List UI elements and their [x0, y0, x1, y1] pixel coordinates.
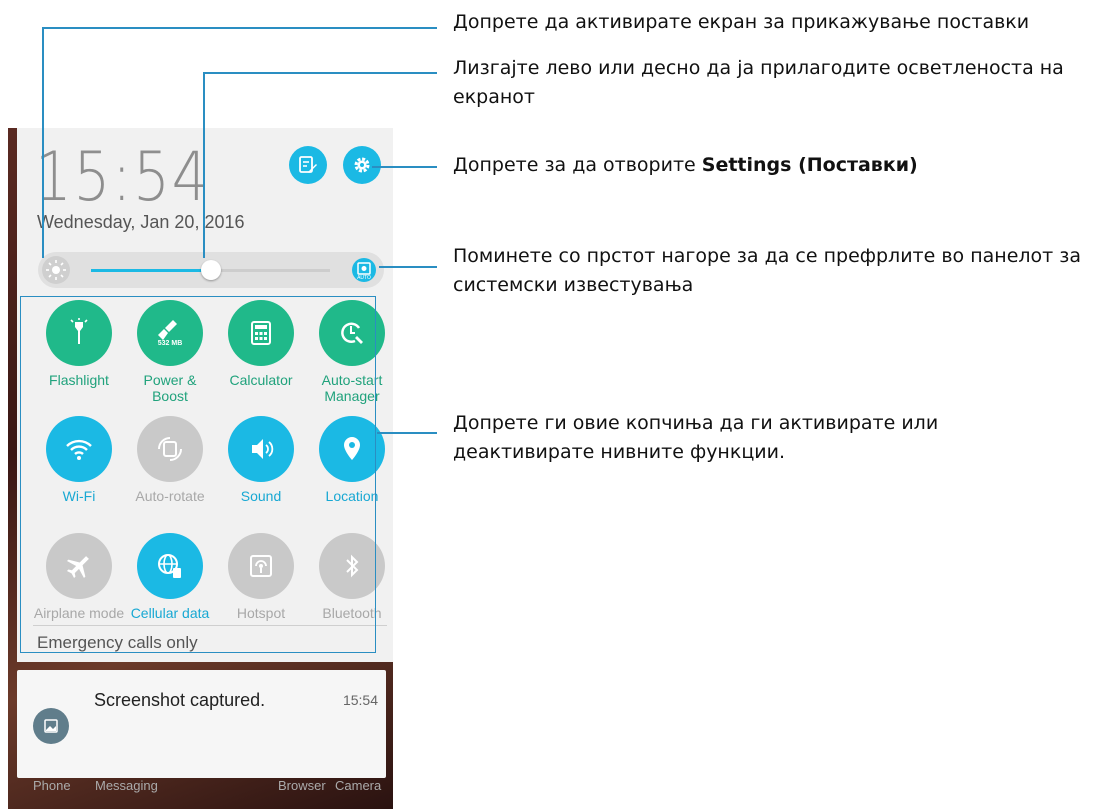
display-settings-button[interactable]: [42, 256, 70, 284]
dock-messaging[interactable]: Messaging: [95, 778, 158, 793]
leader-line-4: [379, 266, 437, 268]
svg-text:AUTO: AUTO: [357, 275, 371, 281]
leader-line-1-v: [42, 27, 44, 258]
notification-time: 15:54: [342, 692, 378, 708]
brightness-bar: AUTO: [38, 252, 384, 288]
auto-brightness-icon: AUTO: [357, 262, 371, 281]
brightness-slider[interactable]: [91, 260, 330, 280]
leader-line-1: [42, 27, 437, 29]
callout-toggles: Допрете ги овие копчиња да ги активирате…: [453, 412, 939, 463]
edit-button[interactable]: [289, 146, 327, 184]
date: Wednesday, Jan 20, 2016: [37, 212, 245, 232]
callout-display-settings: Допрете да активирате екран за прикажува…: [453, 11, 1030, 33]
auto-brightness-button[interactable]: AUTO: [352, 258, 376, 282]
gear-icon: [354, 157, 370, 173]
image-icon: [44, 719, 58, 733]
leader-line-2-v: [203, 72, 205, 258]
brightness-thumb[interactable]: [200, 260, 221, 280]
notification-title: Screenshot captured.: [94, 690, 266, 710]
callout-settings: Допрете за да отворите Settings (Поставк…: [453, 151, 918, 180]
dock-browser[interactable]: Browser: [278, 778, 326, 793]
callout-settings-text: Допрете за да отворите: [453, 154, 702, 176]
edit-icon: [299, 156, 317, 173]
leader-line-2: [203, 72, 437, 74]
callout-swipe: Поминете со прстот нагоре за да се префр…: [453, 245, 1082, 296]
dock-camera[interactable]: Camera: [335, 778, 381, 793]
notification-avatar: [33, 708, 69, 744]
notification-card[interactable]: Screenshot captured. 15:54: [17, 670, 386, 778]
clock: 15:54: [35, 138, 211, 217]
toggles-highlight-box: [20, 296, 376, 653]
brightness-icon: [46, 260, 66, 280]
leader-line-5: [377, 432, 437, 434]
brightness-fill: [91, 269, 211, 272]
callout-brightness: Лизгајте лево или десно да ја прилагодит…: [453, 57, 1064, 108]
callout-settings-bold: Settings (Поставки): [701, 154, 918, 176]
settings-button[interactable]: [343, 146, 381, 184]
leader-line-3: [372, 166, 437, 168]
dock-phone[interactable]: Phone: [33, 778, 71, 793]
